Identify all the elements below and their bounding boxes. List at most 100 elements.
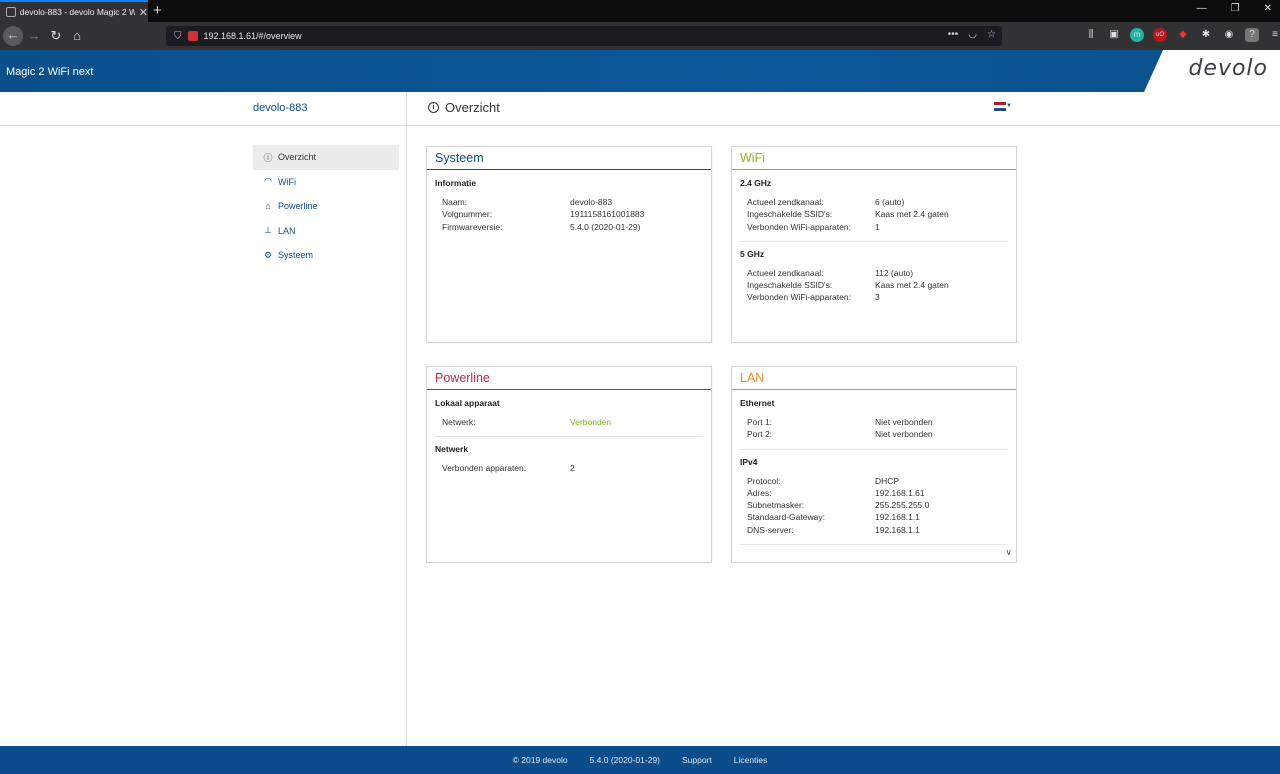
- card-title: WiFi: [732, 147, 1016, 170]
- back-arrow-icon[interactable]: ←: [3, 26, 23, 46]
- info-row: Ingeschakelde SSID's: Kaas met 2.4 gaten: [747, 209, 949, 220]
- dutch-flag-icon[interactable]: [994, 102, 1006, 111]
- device-name: devolo-883: [253, 102, 308, 114]
- card-title: Systeem: [427, 147, 711, 170]
- sidebar-item-powerline[interactable]: ⌂ Powerline: [253, 194, 399, 219]
- info-row: Protocol: DHCP: [747, 475, 900, 486]
- reload-icon[interactable]: ↻: [47, 27, 65, 45]
- info-row: Netwerk: Verbonden: [435, 417, 703, 429]
- info-row: Verbonden WiFi-apparaten: 3: [747, 292, 880, 303]
- ublock-icon[interactable]: uO: [1153, 28, 1167, 42]
- close-tab-icon[interactable]: ✕: [139, 6, 148, 19]
- section-title: Informatie: [435, 178, 477, 188]
- sidebar-item-label: Systeem: [278, 250, 314, 261]
- address-bar[interactable]: ⛉ 192.168.1.61/#/overview ••• ◡ ☆: [166, 26, 1002, 46]
- menu-hamburger-icon[interactable]: ≡: [1268, 28, 1280, 42]
- licenses-link[interactable]: Licenties: [734, 755, 768, 765]
- app-title: Magic 2 WiFi next: [6, 66, 94, 78]
- forward-arrow-icon[interactable]: →: [25, 27, 43, 45]
- info-row: Volgnummer: 1911158161001883: [442, 209, 645, 220]
- pocket-icon[interactable]: ◡: [968, 29, 977, 40]
- info-row: Naam: devolo-883: [442, 197, 613, 207]
- home-icon: ⌂: [265, 201, 271, 212]
- firmware-version: 5.4.0 (2020-01-29): [589, 755, 661, 765]
- new-tab-button[interactable]: +: [153, 2, 162, 20]
- section-title: Ethernet: [740, 398, 775, 408]
- divider: [740, 240, 1008, 242]
- bookmark-star-icon[interactable]: ☆: [987, 29, 996, 40]
- sidebar-item-label: WiFi: [278, 176, 296, 187]
- support-link[interactable]: Support: [682, 755, 712, 765]
- sidebar-item-label: Powerline: [278, 201, 318, 212]
- browser-nav-bar: ← → ↻ ⌂ ⛉ 192.168.1.61/#/overview ••• ◡ …: [0, 22, 1280, 50]
- powerline-card: Powerline Lokaal apparaat Netwerk: Verbon…: [426, 366, 712, 563]
- footer: © 2019 devolo 5.4.0 (2020-01-29) Support…: [0, 746, 1280, 774]
- content-divider: [406, 126, 407, 746]
- section-title: 5 GHz: [740, 248, 765, 259]
- extension-bug-icon[interactable]: ✱: [1199, 28, 1213, 42]
- extension-question-icon[interactable]: ?: [1245, 28, 1259, 42]
- page-title-label: Overzicht: [445, 100, 500, 115]
- section-title: 2.4 GHz: [740, 178, 772, 188]
- sidebar-item-systeem[interactable]: ⚙ Systeem: [253, 243, 399, 268]
- home-icon[interactable]: ⌂: [68, 27, 86, 45]
- info-icon: ⓘ: [263, 152, 273, 163]
- sidebar-nav: ⓘ Overzicht ◠ WiFi ⌂ Powerline ⊥ LAN ⚙ S…: [253, 145, 399, 268]
- systeem-card: Systeem Informatie Naam: devolo-883 Volgn…: [426, 146, 712, 343]
- toolbar-extensions: ⫼ ▣ m uO ◆ ✱ ◉ ? ≡: [1084, 28, 1280, 42]
- section-title: IPv4: [740, 456, 758, 467]
- minimize-window-button[interactable]: —: [1197, 3, 1207, 14]
- info-row: Adres: 192.168.1.61: [747, 487, 925, 498]
- network-icon: ⊥: [264, 225, 272, 236]
- app-header: Magic 2 WiFi next devolo: [0, 50, 1280, 92]
- wifi-card: WiFi 2.4 GHz Actueel zendkanaal: 6 (auto)…: [731, 146, 1017, 343]
- close-window-button[interactable]: ✕: [1264, 3, 1272, 14]
- sidebar-item-label: Overzicht: [278, 152, 317, 163]
- sidebar-item-overzicht[interactable]: ⓘ Overzicht: [253, 145, 399, 170]
- section-title: Lokaal apparaat: [435, 398, 500, 408]
- info-row: Port 1: Niet verbonden: [747, 417, 933, 427]
- tab-title: devolo-883 - devolo Magic 2 Wi: [19, 7, 135, 17]
- extension-red-icon[interactable]: ◆: [1176, 28, 1190, 42]
- info-row: Port 2: Niet verbonden: [747, 429, 933, 440]
- info-row: Actueel zendkanaal: 6 (auto): [747, 197, 905, 207]
- extension-github-icon[interactable]: ◉: [1222, 28, 1236, 42]
- tracking-shield-icon[interactable]: ⛉: [174, 31, 182, 42]
- subheader: devolo-883 i Overzicht ▼: [0, 92, 1280, 126]
- browser-tab[interactable]: devolo-883 - devolo Magic 2 Wi ✕: [0, 0, 148, 22]
- info-row: Verbonden WiFi-apparaten: 1: [747, 221, 880, 232]
- divider: [406, 92, 407, 125]
- info-row: Standaard-Gateway: 192.168.1.1: [747, 512, 920, 523]
- info-row: Subnetmasker: 255.255.255.0: [747, 500, 930, 511]
- library-icon[interactable]: ⫼: [1084, 28, 1098, 42]
- page-title: i Overzicht: [428, 100, 500, 115]
- divider: [740, 544, 1008, 546]
- sidebar-item-label: LAN: [278, 225, 296, 236]
- status-badge: Verbonden: [570, 417, 612, 427]
- info-row: Ingeschakelde SSID's: Kaas met 2.4 gaten: [747, 280, 949, 291]
- maximize-window-button[interactable]: ❐: [1231, 3, 1240, 14]
- card-title: LAN: [732, 367, 1016, 390]
- page-actions-icon[interactable]: •••: [948, 29, 959, 40]
- copyright-text: © 2019 devolo: [512, 755, 568, 765]
- chevron-down-icon[interactable]: ∨: [1005, 547, 1012, 558]
- devolo-logo: devolo: [1188, 56, 1268, 81]
- browser-tab-bar: devolo-883 - devolo Magic 2 Wi ✕ + — ❐ ✕: [0, 0, 1280, 22]
- card-title: Powerline: [427, 367, 711, 390]
- chevron-down-icon[interactable]: ▼: [1006, 103, 1012, 109]
- info-row: Actueel zendkanaal: 112 (auto): [747, 267, 914, 278]
- info-row: Verbonden apparaten: 2: [442, 463, 575, 474]
- divider: [740, 448, 1008, 450]
- settings-icon: ⚙: [263, 249, 273, 260]
- insecure-connection-icon[interactable]: [187, 31, 198, 41]
- sidebar-icon[interactable]: ▣: [1107, 28, 1121, 42]
- info-row: Firmwareversie: 5.4.0 (2020-01-29): [442, 221, 641, 232]
- extension-m-icon[interactable]: m: [1130, 28, 1144, 42]
- page-favicon-icon: [6, 7, 16, 17]
- window-controls: — ❐ ✕: [1197, 3, 1272, 14]
- info-row: DNS-server: 192.168.1.1: [747, 524, 920, 535]
- sidebar-item-lan[interactable]: ⊥ LAN: [253, 219, 399, 244]
- url-text[interactable]: 192.168.1.61/#/overview: [204, 31, 302, 41]
- lan-card: LAN Ethernet Port 1: Niet verbonden Port …: [731, 366, 1017, 563]
- sidebar-item-wifi[interactable]: ◠ WiFi: [253, 170, 399, 195]
